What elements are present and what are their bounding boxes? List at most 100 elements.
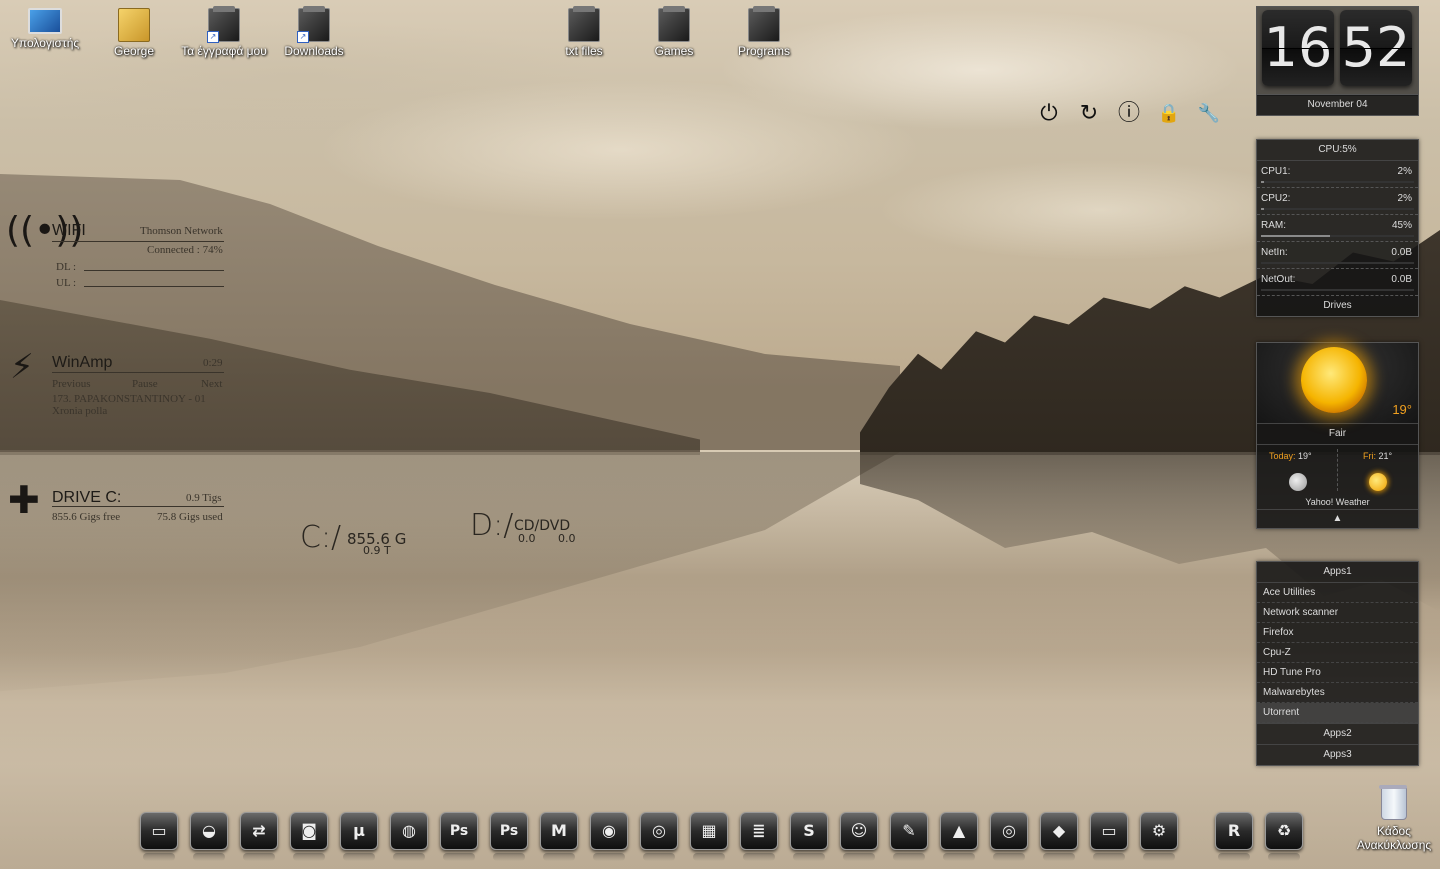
- desktop-icon-downloads[interactable]: ↗ Downloads: [269, 4, 359, 58]
- folder-icon: [568, 6, 600, 42]
- drive-c-letter: C:/: [300, 520, 342, 555]
- weather-current: 19°: [1257, 343, 1418, 424]
- app-launcher-item[interactable]: Ace Utilities: [1257, 583, 1418, 603]
- cpu-row-bar: [1261, 262, 1414, 264]
- apps2-header[interactable]: Apps2: [1257, 723, 1418, 744]
- app-launcher-item[interactable]: Malwarebytes: [1257, 683, 1418, 703]
- power-icon[interactable]: ⏻: [1035, 100, 1063, 128]
- app-launcher-item[interactable]: Utorrent: [1257, 703, 1418, 723]
- winamp-pause-button[interactable]: Pause: [132, 378, 158, 390]
- folder-icon: [658, 6, 690, 42]
- rainmeter-icon[interactable]: R: [1215, 812, 1253, 861]
- books-icon[interactable]: ≣: [740, 812, 778, 861]
- desktop-icon-label: Games: [654, 44, 694, 58]
- cpu-row: CPU2: 2%: [1257, 188, 1418, 215]
- cpu-widget: CPU:5% CPU1: 2% CPU2: 2% RAM: 45% NetIn:…: [1256, 139, 1419, 317]
- wifi-ul-meter: [84, 286, 224, 287]
- clock-widget: 16 52 November 04: [1256, 6, 1419, 116]
- camera-icon[interactable]: ◙: [290, 812, 328, 861]
- drive-c-sub: 0.9 T: [363, 544, 391, 557]
- cpu-row-value: 45%: [1391, 220, 1412, 231]
- cpu-row-bar: [1261, 181, 1414, 183]
- cpu-row-fill: [1261, 235, 1330, 237]
- recycle-bin-label: Κάδος Ανακύκλωσης: [1356, 824, 1432, 852]
- drive-skin: ✚ DRIVE C: 0.9 Tigs 855.6 Gigs free 75.8…: [0, 478, 230, 528]
- desktop-icon-george[interactable]: George: [89, 4, 179, 58]
- drive-total: 0.9 Tigs: [186, 492, 222, 504]
- vlc-icon[interactable]: ▲: [940, 812, 978, 861]
- desktop-icon-games[interactable]: Games: [629, 4, 719, 58]
- settings-icon[interactable]: ⚙: [1140, 812, 1178, 861]
- app-launcher-item[interactable]: HD Tune Pro: [1257, 663, 1418, 683]
- cpu-row-value: 2%: [1397, 193, 1412, 204]
- skype-icon[interactable]: S: [790, 812, 828, 861]
- desktop-icon-label: Programs: [737, 44, 790, 58]
- winamp-title: WinAmp: [52, 354, 113, 371]
- wifi-status: Connected : 74%: [147, 244, 223, 256]
- tools-icon[interactable]: ✎: [890, 812, 928, 861]
- cpu-row-label: CPU1:: [1261, 166, 1291, 177]
- wifi-skin: ((•)) WIFI Thomson Network Connected : 7…: [0, 210, 230, 300]
- forecast-fri-label: Fri:: [1363, 451, 1376, 461]
- app-launcher-item[interactable]: Network scanner: [1257, 603, 1418, 623]
- sun-icon: [1369, 473, 1387, 491]
- eraser-icon[interactable]: ◆: [1040, 812, 1078, 861]
- collapse-arrow-icon[interactable]: ▲: [1257, 509, 1418, 528]
- utorrent-icon[interactable]: µ: [340, 812, 378, 861]
- app-launcher-item[interactable]: Firefox: [1257, 623, 1418, 643]
- cpu-row-bar: [1261, 289, 1414, 291]
- divider: [52, 241, 224, 242]
- photoshop-alt-icon[interactable]: Ps: [490, 812, 528, 861]
- forecast-today-temp: 19°: [1298, 451, 1312, 461]
- computer-icon[interactable]: ▭: [140, 812, 178, 861]
- drive-title: DRIVE C:: [52, 489, 122, 506]
- lock-icon[interactable]: 🔒: [1155, 100, 1183, 128]
- drives-button[interactable]: Drives: [1257, 296, 1418, 316]
- cpu-row: NetIn: 0.0B: [1257, 242, 1418, 269]
- cd-icon[interactable]: ◎: [990, 812, 1028, 861]
- desktop-icon-computer[interactable]: Υπολογιστής: [0, 4, 90, 50]
- weather-condition: Fair: [1257, 424, 1418, 445]
- desktop-icon-label: Τα έγγραφά μου: [181, 44, 267, 58]
- forecast-today-label: Today:: [1269, 451, 1296, 461]
- winamp-previous-button[interactable]: Previous: [52, 378, 91, 390]
- winamp-next-button[interactable]: Next: [201, 378, 222, 390]
- cpu-row: CPU1: 2%: [1257, 161, 1418, 188]
- media-player-icon[interactable]: ◉: [590, 812, 628, 861]
- recycle-dock-icon[interactable]: ♻: [1265, 812, 1303, 861]
- forecast-fri: Fri: 21°: [1363, 451, 1392, 461]
- restart-icon[interactable]: ↻: [1075, 100, 1103, 128]
- wifi-dl-meter: [84, 270, 224, 271]
- cube-icon[interactable]: ▦: [690, 812, 728, 861]
- desktop-icon-programs[interactable]: Programs: [719, 4, 809, 58]
- cpu-row-label: NetIn:: [1261, 247, 1288, 258]
- desktop-icon-documents[interactable]: ↗ Τα έγγραφά μου: [179, 4, 269, 58]
- wifi-network-name: Thomson Network: [140, 225, 223, 237]
- info-icon[interactable]: ⓘ: [1115, 100, 1143, 128]
- key-icon[interactable]: 🔧: [1195, 100, 1223, 128]
- winamp-icon[interactable]: ◎: [640, 812, 678, 861]
- apps1-header[interactable]: Apps1: [1257, 562, 1418, 583]
- apps3-header[interactable]: Apps3: [1257, 744, 1418, 765]
- clock-date: November 04: [1256, 94, 1419, 116]
- divider: [1337, 449, 1338, 491]
- photoshop-icon[interactable]: Ps: [440, 812, 478, 861]
- firefox-icon[interactable]: ◍: [390, 812, 428, 861]
- drive-icon[interactable]: ▭: [1090, 812, 1128, 861]
- cpu-row-value: 0.0B: [1391, 247, 1412, 258]
- apps-list: Ace Utilities Network scanner Firefox Cp…: [1257, 583, 1418, 723]
- disk-icon[interactable]: ◒: [190, 812, 228, 861]
- recycle-bin-icon: [1379, 785, 1407, 820]
- recycle-bin[interactable]: Κάδος Ανακύκλωσης: [1352, 785, 1436, 852]
- weather-widget: 19° Fair Today: 19° Fri: 21° Yahoo! Weat…: [1256, 342, 1419, 529]
- desktop-icon-txt-files[interactable]: txt files: [539, 4, 629, 58]
- cpu-row-label: NetOut:: [1261, 274, 1296, 285]
- network-icon[interactable]: ⇄: [240, 812, 278, 861]
- malwarebytes-icon[interactable]: M: [540, 812, 578, 861]
- divider: [52, 506, 224, 507]
- messenger-icon[interactable]: ☺: [840, 812, 878, 861]
- app-launcher-item[interactable]: Cpu-Z: [1257, 643, 1418, 663]
- cpu-row-label: CPU2:: [1261, 193, 1291, 204]
- clock-minute: 52: [1340, 10, 1412, 86]
- weather-source: Yahoo! Weather: [1305, 497, 1370, 507]
